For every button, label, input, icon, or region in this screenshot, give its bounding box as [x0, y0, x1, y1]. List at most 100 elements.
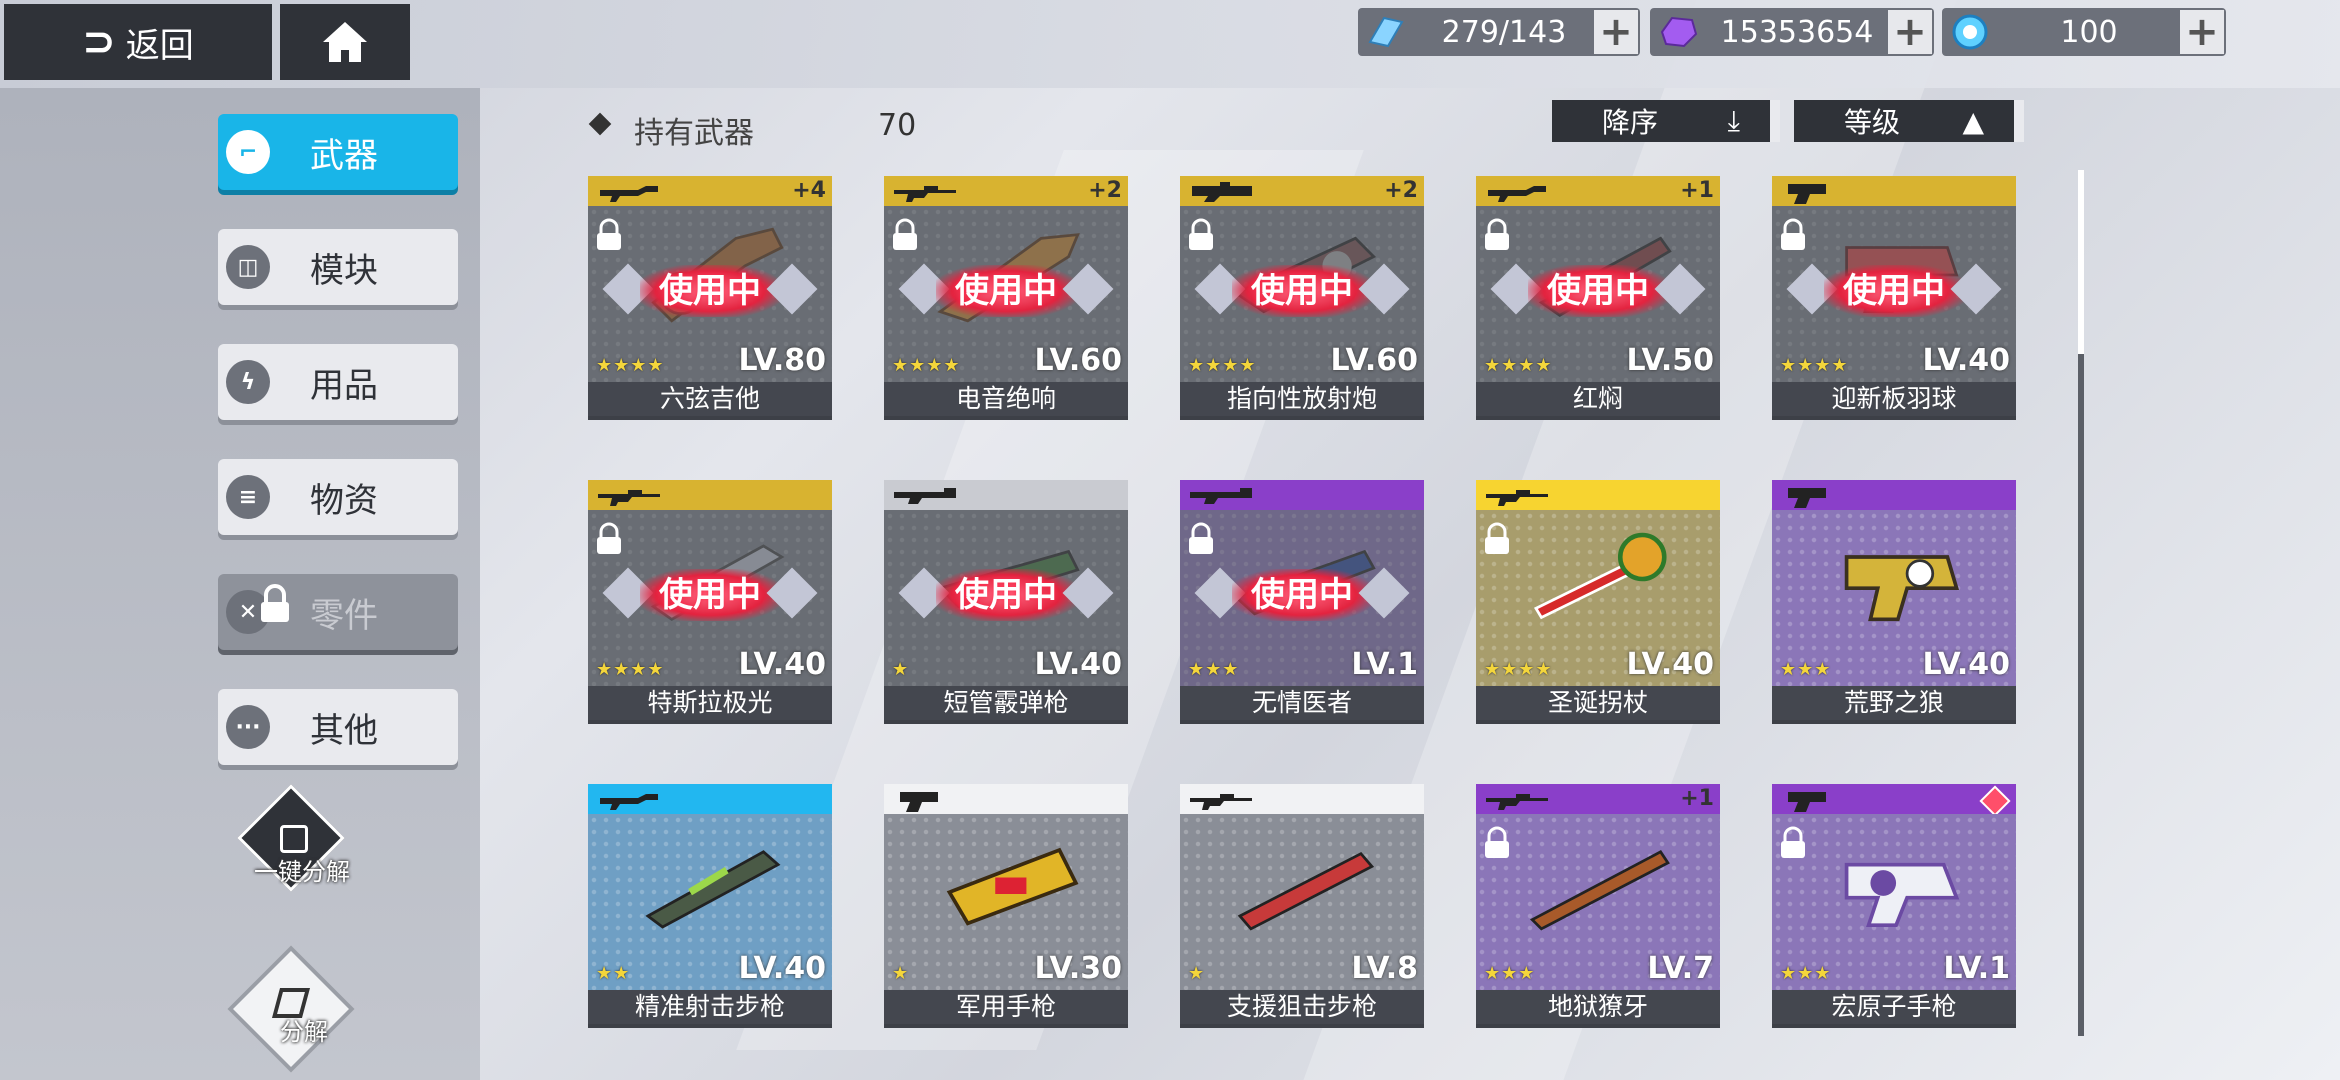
- star-rating: ★★★★: [892, 355, 961, 376]
- button-stripe: [1770, 100, 1780, 142]
- weapon-level: LV.1: [1351, 647, 1418, 682]
- lock-icon[interactable]: [1482, 522, 1512, 556]
- weapon-level: LV.50: [1626, 343, 1714, 378]
- scrollbar-thumb[interactable]: [2078, 170, 2084, 354]
- add-stamina-button[interactable]: +: [1594, 9, 1638, 55]
- sidebar-item-modules[interactable]: ◫ 模块: [218, 229, 458, 305]
- sidebar-item-label: 其他: [310, 710, 378, 751]
- add-energy-button[interactable]: +: [2180, 9, 2224, 55]
- weapon-name: 支援狙击步枪: [1180, 990, 1424, 1024]
- weapon-card[interactable]: +1 ★★★ LV.7 地狱獠牙: [1476, 784, 1720, 1024]
- weapon-image: [1844, 862, 1960, 927]
- sidebar-item-materials[interactable]: ≡ 物资: [218, 459, 458, 535]
- star-rating: ★: [1188, 963, 1206, 984]
- add-crystal-button[interactable]: +: [1888, 9, 1932, 55]
- in-use-badge: 使用中: [1490, 262, 1706, 320]
- weapon-card[interactable]: 使用中 ★★★★ LV.40 迎新板羽球: [1772, 176, 2016, 416]
- weapon-type-icon: [1488, 186, 1546, 202]
- weapon-card[interactable]: ★★★ LV.1 宏原子手枪: [1772, 784, 2016, 1024]
- weapon-card[interactable]: +1 使用中 ★★★★ LV.50 红焖: [1476, 176, 1720, 416]
- weapon-type-icon: [1190, 488, 1252, 504]
- purple-crystal-icon: [1650, 8, 1706, 56]
- lock-icon[interactable]: [890, 218, 920, 252]
- weapon-type-icon: [600, 794, 658, 810]
- list-marker-icon: [588, 112, 612, 136]
- lock-icon[interactable]: [594, 522, 624, 556]
- resource-stamina: 279/143 +: [1358, 8, 1640, 56]
- weapon-card[interactable]: +2 使用中 ★★★★ LV.60 指向性放射炮: [1180, 176, 1424, 416]
- home-button[interactable]: [280, 4, 410, 80]
- star-rating: ★★: [596, 963, 631, 984]
- sidebar-item-supplies[interactable]: ϟ 用品: [218, 344, 458, 420]
- download-arrow-icon: ⤓: [1727, 104, 1740, 137]
- weapon-image: [1237, 851, 1375, 931]
- supply-icon: ≡: [226, 475, 270, 519]
- weapon-level: LV.8: [1351, 951, 1418, 986]
- filter-label: 等级: [1844, 106, 1901, 139]
- sort-order-button[interactable]: 降序 ⤓: [1552, 100, 1780, 142]
- lock-icon[interactable]: [1186, 218, 1216, 252]
- in-use-label: 使用中: [936, 265, 1076, 317]
- weapon-type-icon: [894, 488, 956, 504]
- weapon-type-icon: [1788, 488, 1826, 508]
- weapon-card[interactable]: ★ LV.30 军用手枪: [884, 784, 1128, 1024]
- weapon-level: LV.40: [738, 647, 826, 682]
- weapon-level: LV.30: [1034, 951, 1122, 986]
- star-rating: ★★★★: [1484, 355, 1553, 376]
- owned-weapons-title: 持有武器: [634, 116, 754, 151]
- weapon-type-icon: [1788, 792, 1826, 812]
- back-arrow-icon: ⊃: [82, 19, 115, 65]
- sort-label: 降序: [1602, 106, 1659, 139]
- back-button[interactable]: ⊃ 返回: [4, 4, 272, 80]
- sidebar-item-parts[interactable]: ✕ 零件: [218, 574, 458, 650]
- weapon-level: LV.80: [738, 343, 826, 378]
- weapon-card[interactable]: +4 使用中 ★★★★ LV.80 六弦吉他: [588, 176, 832, 416]
- weapon-card[interactable]: ★ LV.8 支援狙击步枪: [1180, 784, 1424, 1024]
- lock-icon[interactable]: [1778, 218, 1808, 252]
- module-icon: ◫: [226, 245, 270, 289]
- enhance-level: +2: [1384, 178, 1418, 203]
- lock-icon[interactable]: [1186, 522, 1216, 556]
- weapon-image: [1844, 555, 1960, 622]
- weapon-type-icon: [894, 186, 956, 202]
- weapon-type-icon: [1788, 184, 1826, 204]
- lock-icon[interactable]: [594, 218, 624, 252]
- sidebar-item-weapons[interactable]: ⌐ 武器: [218, 114, 458, 190]
- weapon-card[interactable]: ★★ LV.40 精准射击步枪: [588, 784, 832, 1024]
- in-use-label: 使用中: [640, 265, 780, 317]
- in-use-label: 使用中: [1232, 569, 1372, 621]
- lock-icon[interactable]: [1778, 826, 1808, 860]
- sidebar-item-label: 用品: [310, 365, 378, 406]
- weapon-level: LV.40: [1922, 343, 2010, 378]
- weapon-name: 短管霰弹枪: [884, 686, 1128, 720]
- star-rating: ★★★: [1780, 659, 1832, 680]
- filter-level-button[interactable]: 等级 ▲: [1794, 100, 2024, 142]
- in-use-label: 使用中: [1232, 265, 1372, 317]
- weapon-card[interactable]: ★★★★ LV.40 圣诞拐杖: [1476, 480, 1720, 720]
- weapon-card[interactable]: 使用中 ★ LV.40 短管霰弹枪: [884, 480, 1128, 720]
- weapon-level: LV.40: [1626, 647, 1714, 682]
- weapon-name: 六弦吉他: [588, 382, 832, 416]
- weapon-card[interactable]: 使用中 ★★★★ LV.40 特斯拉极光: [588, 480, 832, 720]
- star-rating: ★: [892, 659, 910, 680]
- dismantle-box-icon: [280, 825, 308, 853]
- in-use-badge: 使用中: [898, 262, 1114, 320]
- star-rating: ★★★: [1484, 963, 1536, 984]
- weapon-type-icon: [1486, 490, 1548, 506]
- sidebar-item-other[interactable]: ··· 其他: [218, 689, 458, 765]
- lock-icon[interactable]: [1482, 218, 1512, 252]
- weapon-card[interactable]: 使用中 ★★★ LV.1 无情医者: [1180, 480, 1424, 720]
- weapon-card[interactable]: ★★★ LV.40 荒野之狼: [1772, 480, 2016, 720]
- dismantle-label: 分解: [280, 1018, 328, 1046]
- star-rating: ★★★★: [1188, 355, 1257, 376]
- weapon-type-icon: [598, 490, 660, 506]
- owned-weapons-count: 70: [878, 108, 917, 143]
- weapon-name: 特斯拉极光: [588, 686, 832, 720]
- weapon-image: [1533, 532, 1667, 620]
- weapon-card[interactable]: +2 使用中 ★★★★ LV.60 电音绝响: [884, 176, 1128, 416]
- weapon-level: LV.40: [1034, 647, 1122, 682]
- lock-icon[interactable]: [1482, 826, 1512, 860]
- weapon-level: LV.7: [1647, 951, 1714, 986]
- weapon-type-icon: [1486, 794, 1548, 810]
- in-use-label: 使用中: [1528, 265, 1668, 317]
